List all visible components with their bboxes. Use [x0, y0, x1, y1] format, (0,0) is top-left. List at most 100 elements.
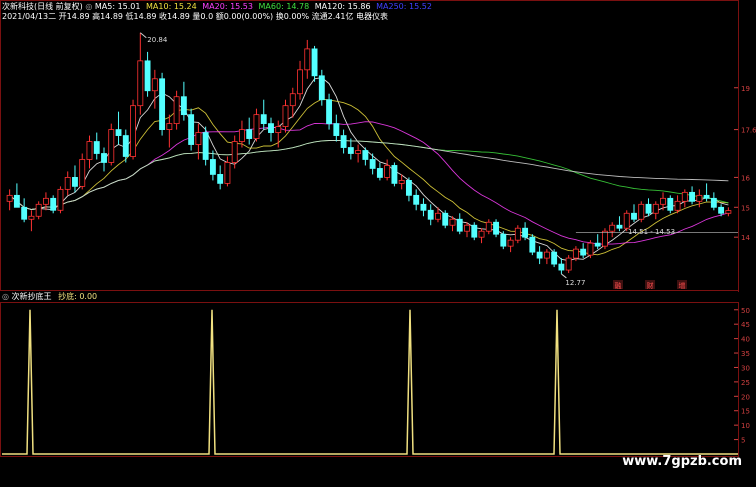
candle-body [289, 93, 296, 107]
candle-body [347, 147, 354, 154]
y-tick-label: 16 [741, 174, 750, 182]
candle [602, 228, 608, 250]
candle [173, 90, 180, 130]
candle [565, 255, 572, 274]
candle [180, 81, 187, 121]
candle [689, 186, 696, 205]
candle [282, 99, 289, 133]
candle [6, 189, 13, 211]
candle-body [21, 206, 28, 220]
candle-body [703, 194, 710, 199]
candle [79, 153, 86, 190]
candle-body [326, 99, 333, 125]
candle [485, 219, 492, 235]
candle [144, 51, 151, 97]
candle [674, 195, 681, 214]
candle-body [580, 248, 587, 256]
candle-body [667, 197, 674, 211]
candle-body [376, 168, 383, 178]
chart-window: 次新科技(日线 前复权) ◎ MA5: 15.01 MA10: 15.24 MA… [0, 0, 756, 487]
candle [493, 219, 499, 238]
indicator-title: 次新抄底王 [11, 292, 52, 301]
candle-body [551, 251, 558, 265]
candle [587, 240, 594, 259]
candle [471, 222, 478, 241]
candle [137, 32, 144, 115]
indicator-icon[interactable]: ◎ [2, 292, 12, 301]
candle [72, 165, 78, 193]
candle-body [195, 132, 202, 145]
candle-body [115, 129, 122, 136]
candle [166, 114, 173, 148]
candle-body [478, 230, 485, 238]
candle [391, 162, 398, 187]
event-marker-2: 增 [679, 281, 686, 290]
candle-body [297, 69, 303, 95]
candle [522, 222, 529, 241]
y-tick-label: 19 [741, 85, 750, 93]
candle [130, 99, 136, 160]
candle-body [442, 212, 449, 226]
candle-body [435, 212, 441, 220]
candle [420, 198, 427, 217]
ind-y-tick-label: 45 [741, 321, 750, 329]
candle-body [725, 210, 732, 214]
candle-body [536, 251, 543, 259]
price-chart[interactable]: 20.84 12.77 14.51 - 14.53 17.6 16 15 14 19 融 财 增 [0, 0, 756, 292]
candle [21, 198, 28, 223]
candle-body [188, 114, 195, 145]
low-price-label: 12.77 [565, 279, 585, 287]
candle [151, 69, 158, 109]
candle-body [224, 162, 231, 184]
candle-body [355, 150, 362, 154]
candle-body [689, 191, 696, 202]
candle-body [398, 179, 405, 184]
candle-body [50, 197, 57, 211]
candle [217, 165, 224, 190]
candle-body [681, 191, 688, 202]
candle [631, 204, 637, 222]
candle-body [202, 132, 209, 160]
candle [195, 123, 202, 160]
candle-body [543, 251, 550, 259]
low-pointer [561, 273, 567, 279]
candle [616, 216, 623, 232]
candle-body [587, 242, 594, 256]
candle [362, 147, 369, 166]
candle-body [13, 194, 20, 208]
candle-body [594, 242, 601, 247]
candle-body [529, 236, 536, 253]
candle-body [93, 141, 100, 154]
candle-body [217, 174, 224, 184]
ind-y-tick-label: 25 [741, 379, 750, 387]
candle [347, 138, 354, 160]
candle-body [413, 194, 420, 205]
ind-y-tick-label: 10 [741, 422, 750, 430]
candle [609, 222, 616, 238]
candle [500, 231, 507, 250]
candle [405, 177, 412, 202]
candle [710, 192, 717, 211]
candle-body [231, 141, 238, 163]
candle-body [57, 188, 64, 211]
candle [86, 135, 93, 169]
candle [558, 258, 565, 274]
candle-body [471, 224, 478, 238]
candle [442, 210, 449, 229]
candle [427, 204, 434, 226]
candle [209, 150, 216, 181]
candle-body [72, 177, 78, 187]
ind-y-tick-label: 20 [741, 393, 750, 401]
candle-body [420, 203, 427, 211]
candle-body [674, 200, 681, 211]
ind-y-tick-label: 40 [741, 336, 750, 344]
candle [101, 147, 107, 172]
candle [28, 210, 35, 232]
candle [311, 45, 318, 82]
watermark: www.7gpzb.com [622, 454, 742, 469]
candle [529, 234, 536, 256]
candle-body [144, 60, 151, 92]
candle [253, 108, 260, 142]
candle [543, 249, 550, 265]
candle-body [449, 218, 456, 226]
